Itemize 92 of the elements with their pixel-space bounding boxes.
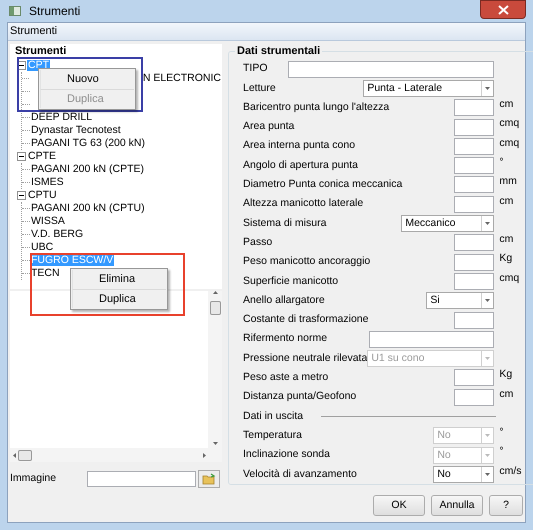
field-label: Diametro Punta conica meccanica (243, 177, 404, 192)
unit-label: ° (499, 156, 504, 168)
input-field[interactable] (454, 99, 494, 116)
input-field[interactable] (454, 118, 494, 136)
input-field[interactable] (454, 196, 494, 213)
field-label: Anello allargatore (243, 292, 326, 308)
tree-item[interactable]: UBC (30, 242, 54, 253)
unit-label: cm (499, 233, 514, 246)
menu-item[interactable]: Nuovo (40, 70, 134, 89)
section-label: Dati in uscita (243, 408, 304, 424)
dropdown[interactable]: No (433, 466, 494, 483)
unit-label: mm (499, 175, 517, 188)
unit-label: cm (499, 194, 514, 207)
menu-item[interactable]: Elimina (72, 270, 166, 289)
input-field[interactable] (288, 60, 494, 78)
field-label: Passo (243, 234, 274, 250)
tree-item[interactable]: WISSA (30, 216, 66, 227)
tree-item[interactable]: Dynastar Tecnotest (30, 125, 122, 136)
close-icon (498, 4, 508, 14)
collapse-icon[interactable] (17, 152, 26, 161)
input-field[interactable] (454, 138, 494, 155)
field-label: Pressione neutrale rilevata (243, 350, 368, 366)
tree-item[interactable]: N ELECTRONIC (142, 73, 222, 84)
unit-label: Kg (499, 368, 512, 380)
input-field[interactable] (454, 157, 494, 174)
field-label: Temperatura (243, 428, 303, 443)
tree-item[interactable]: PAGANI 200 kN (CPTU) (30, 203, 146, 214)
dialog-button[interactable]: OK (373, 495, 425, 516)
input-field[interactable] (454, 388, 494, 406)
browse-button[interactable] (198, 470, 220, 488)
dropdown[interactable]: Meccanico (401, 215, 494, 232)
field-label: Area punta (243, 119, 296, 134)
tree-item[interactable]: TECN (30, 268, 61, 279)
field-label: Velocità di avanzamento (243, 466, 358, 482)
input-field[interactable] (454, 176, 494, 194)
group-title: Dati strumentali (236, 44, 322, 59)
field-label: Peso manicotto ancoraggio (243, 254, 372, 270)
unit-label: cm (499, 98, 514, 110)
dialog-button[interactable]: Annulla (431, 495, 483, 516)
horizontal-scrollbar[interactable] (10, 448, 222, 462)
unit-label: Kg (499, 252, 512, 264)
close-button[interactable] (480, 0, 526, 19)
vertical-scrollbar[interactable] (208, 291, 222, 448)
field-label: Letture (243, 80, 277, 96)
unit-label: cmq (499, 117, 520, 130)
field-label: Immagine (10, 471, 58, 486)
field-label: TIPO (243, 61, 269, 76)
dropdown[interactable]: Si (426, 292, 494, 310)
input-field[interactable] (454, 369, 494, 386)
field-label: Costante di trasformazione (243, 312, 370, 328)
field-label: Angolo di apertura punta (243, 158, 360, 173)
field-label: Distanza punta/Geofono (243, 389, 358, 404)
tree-item[interactable]: ISMES (30, 177, 65, 188)
scrollbar-thumb[interactable] (18, 450, 32, 460)
folder-icon (202, 473, 216, 485)
unit-label: cmq (499, 272, 520, 284)
unit-label: cmq (499, 136, 520, 149)
scroll-right-icon[interactable] (203, 452, 206, 458)
input-field[interactable] (454, 234, 494, 252)
dialog-button[interactable]: ? (489, 495, 523, 516)
field-label: Baricentro punta lungo l'altezza (243, 100, 390, 115)
scrollbar-thumb[interactable] (210, 301, 220, 315)
tree-item[interactable]: CPTE (27, 151, 58, 162)
field-label: Altezza manicotto laterale (243, 196, 364, 212)
field-label: Peso aste a metro (243, 370, 330, 386)
menu-item[interactable]: Strumenti (9, 23, 58, 40)
window-title: Strumenti (29, 3, 80, 20)
collapse-icon[interactable] (17, 191, 26, 200)
input-field[interactable] (454, 272, 494, 290)
tree-item[interactable]: DEEP DRILL (30, 112, 94, 123)
unit-label: ° (499, 426, 504, 438)
field-label: Area interna punta cono (243, 138, 356, 154)
input-field[interactable] (454, 254, 494, 271)
field-label: Sistema di misura (243, 216, 328, 231)
input-field[interactable] (454, 312, 494, 328)
tree-item[interactable]: PAGANI TG 63 (200 kN) (30, 138, 146, 149)
input-field[interactable] (369, 330, 494, 348)
tree-item[interactable]: PAGANI 200 kN (CPTE) (30, 164, 145, 175)
field-label: Superficie manicotto (243, 274, 340, 289)
menu-item[interactable]: Duplica (72, 289, 166, 308)
unit-label: ° (499, 445, 504, 458)
scroll-left-icon[interactable] (13, 452, 16, 458)
field-label: Rifermento norme (243, 331, 328, 346)
dropdown[interactable]: Punta - Laterale (363, 80, 494, 97)
unit-label: cm/s (499, 464, 522, 477)
tree-item[interactable]: CPTU (27, 190, 58, 201)
app-icon (9, 6, 21, 16)
unit-label: cm (499, 388, 514, 400)
field-label: Inclinazione sonda (243, 447, 331, 462)
tree-title: Strumenti (15, 45, 68, 59)
tree-item[interactable]: V.D. BERG (30, 229, 84, 240)
input-field[interactable] (87, 471, 196, 487)
